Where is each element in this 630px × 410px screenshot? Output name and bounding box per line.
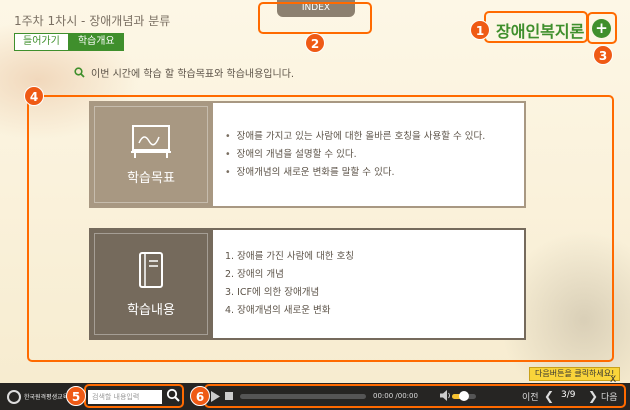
annotation-badge: 2: [305, 33, 325, 53]
annotation-box-player: [204, 384, 626, 408]
annotation-badge: 3: [593, 45, 613, 65]
annotation-badge: 5: [66, 386, 86, 406]
annotation-box-index: [258, 2, 372, 34]
annotation-box-subject: [484, 11, 588, 43]
annotation-badge: 6: [190, 386, 210, 406]
annotation-box-search: [84, 384, 184, 408]
annotation-badge: 4: [24, 86, 44, 106]
intro-line: 이번 시간에 학습 할 학습목표와 학습내용입니다.: [74, 65, 294, 80]
lesson-title: 1주차 1차시 - 장애개념과 분류: [14, 14, 171, 28]
intro-text: 이번 시간에 학습 할 학습목표와 학습내용입니다.: [91, 69, 295, 80]
next-hint-tooltip: 다음버튼을 클릭하세요!: [529, 367, 621, 381]
annotation-box-plus: [587, 12, 617, 44]
brand-mark-icon: [7, 389, 21, 404]
annotation-box-content: [27, 95, 614, 362]
tab-overview[interactable]: 학습개요: [68, 33, 124, 51]
lesson-tabs: 들어가기 학습개요: [14, 33, 124, 51]
tab-intro[interactable]: 들어가기: [14, 33, 69, 51]
brand-logo: 한국원격평생교육원: [0, 389, 76, 404]
search-icon: [74, 67, 85, 78]
annotation-badge: 1: [470, 20, 490, 40]
